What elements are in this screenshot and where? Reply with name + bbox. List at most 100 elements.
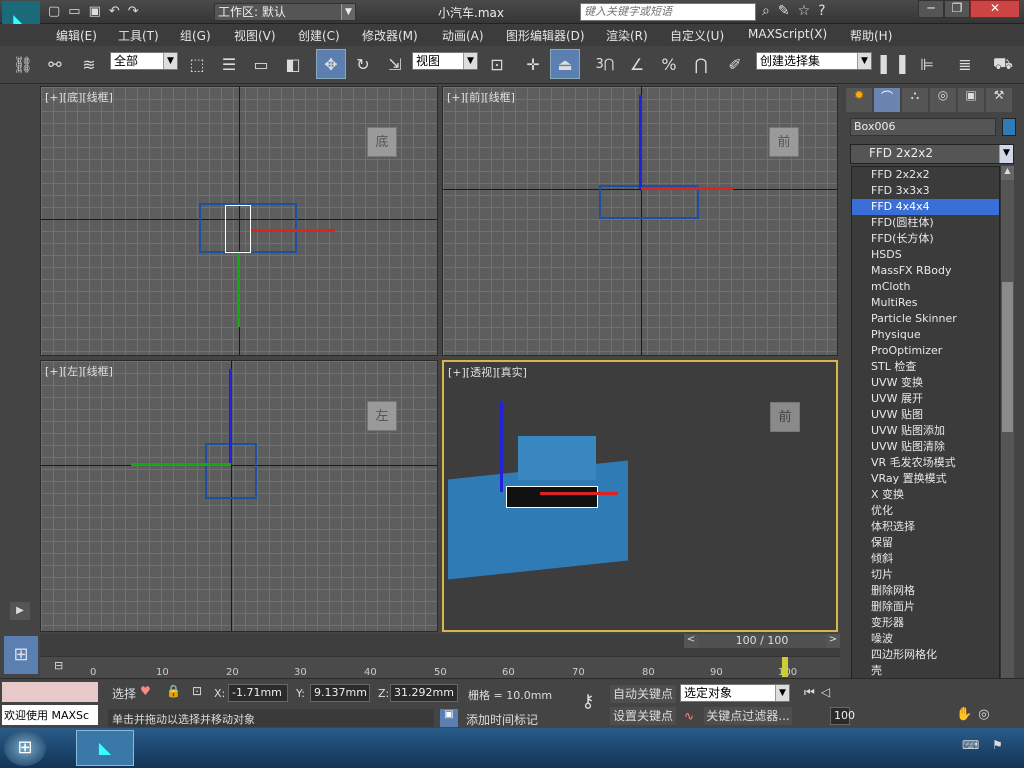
modifier-list-item[interactable]: UVW 展开 <box>852 391 999 407</box>
viewcube[interactable]: 前 <box>770 402 800 432</box>
gizmo-x-axis[interactable] <box>251 229 335 232</box>
set-key-icon[interactable]: ⚷ <box>570 691 606 719</box>
add-time-tag[interactable]: 添加时间标记 <box>466 711 538 728</box>
selection-filter-dropdown[interactable]: 全部 ▼ <box>110 52 178 70</box>
utilities-tab-icon[interactable]: ⚒ <box>986 88 1012 112</box>
modifier-list-item[interactable]: 删除网格 <box>852 583 999 599</box>
viewcube[interactable]: 前 <box>769 127 799 157</box>
viewport-front[interactable]: [+][前][线框] 前 <box>442 86 838 356</box>
modifier-list-item[interactable]: 四边形网格化 <box>852 647 999 663</box>
auto-key-button[interactable]: 自动关键点 <box>610 685 676 703</box>
modifier-list-item[interactable]: Particle Skinner <box>852 311 999 327</box>
selected-face[interactable] <box>506 486 598 508</box>
selected-object-wireframe[interactable] <box>225 205 251 253</box>
pivot-center-icon[interactable]: ⊡ <box>482 49 512 79</box>
menu-views[interactable]: 视图(V) <box>234 27 276 44</box>
maxscript-listener-mini[interactable] <box>2 682 98 702</box>
welcome-text[interactable]: 欢迎使用 MAXSc <box>2 705 98 725</box>
gizmo-z-axis[interactable] <box>229 369 232 465</box>
modifier-list-item[interactable]: 优化 <box>852 503 999 519</box>
modifier-list-item[interactable]: MultiRes <box>852 295 999 311</box>
gizmo-z-axis[interactable] <box>639 95 642 189</box>
new-file-icon[interactable]: ▢ <box>48 4 68 19</box>
viewport-label[interactable]: [+][底][线框] <box>45 89 113 105</box>
workspace-dropdown[interactable]: 工作区: 默认 ▼ <box>214 3 356 21</box>
layer-manager-icon[interactable]: ≣ <box>950 49 980 79</box>
viewport-layout-icon[interactable]: ⊞ <box>4 636 38 674</box>
menu-rendering[interactable]: 渲染(R) <box>606 27 648 44</box>
redo-icon[interactable]: ↷ <box>128 4 147 19</box>
binoculars-icon[interactable]: ⌕ <box>762 3 778 19</box>
modifier-list-item[interactable]: FFD 3x3x3 <box>852 183 999 199</box>
menu-group[interactable]: 组(G) <box>180 27 211 44</box>
modifier-list-dropdown[interactable]: FFD 2x2x2 ▼ <box>850 144 1014 164</box>
select-rotate-icon[interactable]: ↻ <box>348 49 378 79</box>
render-setup-icon[interactable]: ⛟ <box>988 49 1018 79</box>
viewcube[interactable]: 左 <box>367 401 397 431</box>
hierarchy-tab-icon[interactable]: ⛬ <box>902 88 928 112</box>
menu-tools[interactable]: 工具(T) <box>118 27 159 44</box>
minimize-button[interactable]: ─ <box>918 0 944 18</box>
modifier-list-item[interactable]: FFD 2x2x2 <box>852 167 999 183</box>
menu-edit[interactable]: 编辑(E) <box>56 27 97 44</box>
set-key-button[interactable]: 设置关键点 <box>610 707 676 725</box>
orbit-icon[interactable]: ◎ <box>978 707 995 722</box>
menu-help[interactable]: 帮助(H) <box>850 27 892 44</box>
car-cabin[interactable] <box>518 436 596 480</box>
modifier-list-item[interactable]: HSDS <box>852 247 999 263</box>
object-name-field[interactable]: Box006 <box>850 118 996 136</box>
modifier-list-item[interactable]: MassFX RBody <box>852 263 999 279</box>
taskbar-3dsmax-app[interactable]: ◣ <box>76 730 134 766</box>
lock-icon[interactable]: 🔒 <box>166 684 181 698</box>
gizmo-x-axis[interactable] <box>540 492 618 495</box>
viewport-left[interactable]: [+][左][线框] 左 <box>40 360 438 632</box>
modifier-list-item[interactable]: ProOptimizer <box>852 343 999 359</box>
add-time-tag-icon[interactable]: ▣ <box>440 709 458 727</box>
object-wireframe[interactable] <box>599 185 699 219</box>
spinner-snap-icon[interactable]: ⋂ <box>686 49 716 79</box>
viewport-perspective[interactable]: [+][透视][真实] 前 <box>442 360 838 632</box>
communication-icon[interactable]: ✎ <box>778 3 798 19</box>
bind-spacewarp-icon[interactable]: ≋ <box>74 49 104 79</box>
key-filters-button[interactable]: 关键点过滤器... <box>704 707 792 725</box>
menu-modifiers[interactable]: 修改器(M) <box>362 27 418 44</box>
current-frame-marker[interactable] <box>782 657 788 677</box>
viewcube[interactable]: 底 <box>367 127 397 157</box>
gizmo-y-axis[interactable] <box>131 463 231 466</box>
absolute-mode-icon[interactable]: ⊡ <box>192 684 202 698</box>
menu-create[interactable]: 创建(C) <box>298 27 340 44</box>
frame-counter[interactable]: 100 / 100 <box>698 634 826 648</box>
keyboard-shortcut-icon[interactable]: ⏏ <box>550 49 580 79</box>
modifier-list-item[interactable]: UVW 贴图 <box>852 407 999 423</box>
viewport-label[interactable]: [+][左][线框] <box>45 363 113 379</box>
select-object-icon[interactable]: ⬚ <box>182 49 212 79</box>
modifier-list-item[interactable]: FFD(圆柱体) <box>852 215 999 231</box>
modifier-list-item[interactable]: 切片 <box>852 567 999 583</box>
modify-tab-icon[interactable]: ⌒ <box>874 88 900 112</box>
modifier-list-item[interactable]: 壳 <box>852 663 999 679</box>
key-mode-dropdown[interactable]: 选定对象 ▼ <box>680 684 790 702</box>
select-scale-icon[interactable]: ⇲ <box>380 49 410 79</box>
go-to-start-icon[interactable]: ⏮ <box>804 685 821 699</box>
close-button[interactable]: ✕ <box>970 0 1020 18</box>
object-color-swatch[interactable] <box>1002 118 1016 136</box>
edit-named-sel-icon[interactable]: ✐ <box>720 49 750 79</box>
isolate-icon[interactable]: ♥ <box>140 684 151 698</box>
select-manipulate-icon[interactable]: ✛ <box>518 49 548 79</box>
align-icon[interactable]: ⊫ <box>912 49 942 79</box>
modifier-list-item[interactable]: 保留 <box>852 535 999 551</box>
restore-button[interactable]: ❐ <box>944 0 970 18</box>
open-file-icon[interactable]: ▭ <box>68 4 88 19</box>
zoom-icon[interactable]: ✋ <box>956 707 978 722</box>
modifier-list-item[interactable]: UVW 贴图添加 <box>852 423 999 439</box>
modifier-list-item[interactable]: 倾斜 <box>852 551 999 567</box>
menu-maxscript[interactable]: MAXScript(X) <box>748 27 827 41</box>
keyboard-icon[interactable]: ⌨ <box>962 738 979 752</box>
rect-selection-icon[interactable]: ▭ <box>246 49 276 79</box>
save-icon[interactable]: ▣ <box>89 4 109 19</box>
modifier-list-item[interactable]: UVW 贴图清除 <box>852 439 999 455</box>
display-tab-icon[interactable]: ▣ <box>958 88 984 112</box>
gizmo-z-axis[interactable] <box>500 402 503 492</box>
gizmo-y-axis[interactable] <box>237 253 240 327</box>
window-crossing-icon[interactable]: ◧ <box>278 49 308 79</box>
